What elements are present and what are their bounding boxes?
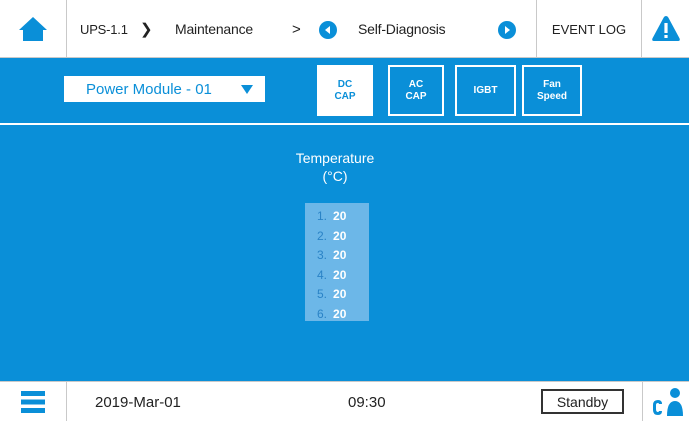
list-item: 1. 20 <box>317 207 369 227</box>
tab-fan-speed[interactable]: Fan Speed <box>522 65 582 116</box>
reading-index: 6. <box>317 306 328 321</box>
chevron-right-circle-icon <box>505 26 510 34</box>
reading-value: 20 <box>333 209 347 223</box>
menu-button[interactable] <box>0 382 67 421</box>
tab-igbt[interactable]: IGBT <box>455 65 516 116</box>
chevron-left-circle-icon <box>325 26 330 34</box>
breadcrumb-separator: ❯ <box>140 21 153 38</box>
reading-value: 20 <box>333 228 347 243</box>
temperature-title: Temperature <box>295 150 375 166</box>
previous-page-button[interactable] <box>319 21 337 39</box>
caret-down-icon <box>241 85 253 94</box>
alarm-button[interactable] <box>642 0 689 58</box>
user-icon <box>653 388 683 416</box>
status-badge: Standby <box>541 389 624 414</box>
reading-value: 20 <box>333 248 347 262</box>
reading-value: 20 <box>333 267 347 282</box>
temperature-heading: Temperature (°C) <box>275 149 395 185</box>
reading-index: 3. <box>317 248 328 262</box>
reading-index: 4. <box>317 267 328 282</box>
breadcrumb-current-page: Self-Diagnosis <box>358 21 446 37</box>
list-item: 3. 20 <box>317 246 369 266</box>
breadcrumb-maintenance[interactable]: Maintenance <box>175 0 253 58</box>
system-time: 09:30 <box>348 394 386 411</box>
tab-ac-cap[interactable]: AC CAP <box>388 65 444 116</box>
reading-value: 20 <box>333 287 347 301</box>
reading-index: 2. <box>317 228 328 243</box>
list-item: 2. 20 <box>317 227 369 247</box>
status-bar: 2019-Mar-01 09:30 Standby <box>0 381 689 421</box>
reading-value: 20 <box>333 306 347 321</box>
system-date: 2019-Mar-01 <box>95 394 181 411</box>
user-button[interactable] <box>642 382 689 421</box>
tab-dc-cap[interactable]: DC CAP <box>317 65 373 116</box>
temperature-unit: (°C) <box>322 168 348 184</box>
hamburger-menu-icon <box>21 391 45 413</box>
list-item: 4. 20 <box>317 266 369 286</box>
power-module-selected: Power Module - 01 <box>86 80 212 98</box>
list-item: 6. 20 <box>317 305 369 325</box>
diagnosis-toolbar: Power Module - 01 DC CAP AC CAP IGBT Fan… <box>0 58 689 125</box>
home-button[interactable] <box>0 0 67 58</box>
top-bar: UPS-1.1 ❯ Maintenance > Self-Diagnosis E… <box>0 0 689 58</box>
warning-triangle-icon <box>651 16 680 41</box>
breadcrumb-device[interactable]: UPS-1.1 <box>80 0 128 58</box>
list-item: 5. 20 <box>317 285 369 305</box>
home-icon <box>19 17 47 41</box>
power-module-dropdown[interactable]: Power Module - 01 <box>64 76 265 102</box>
diagnosis-panel: Temperature (°C) 1. 20 2. 20 3. 20 4. 20 5. 2… <box>0 125 689 381</box>
next-page-button[interactable] <box>498 21 516 39</box>
reading-index: 1. <box>317 209 328 223</box>
event-log-button[interactable]: EVENT LOG <box>536 0 642 58</box>
temperature-list: 1. 20 2. 20 3. 20 4. 20 5. 20 6. 20 <box>305 203 369 321</box>
reading-index: 5. <box>317 287 328 301</box>
breadcrumb-separator: > <box>292 20 301 38</box>
